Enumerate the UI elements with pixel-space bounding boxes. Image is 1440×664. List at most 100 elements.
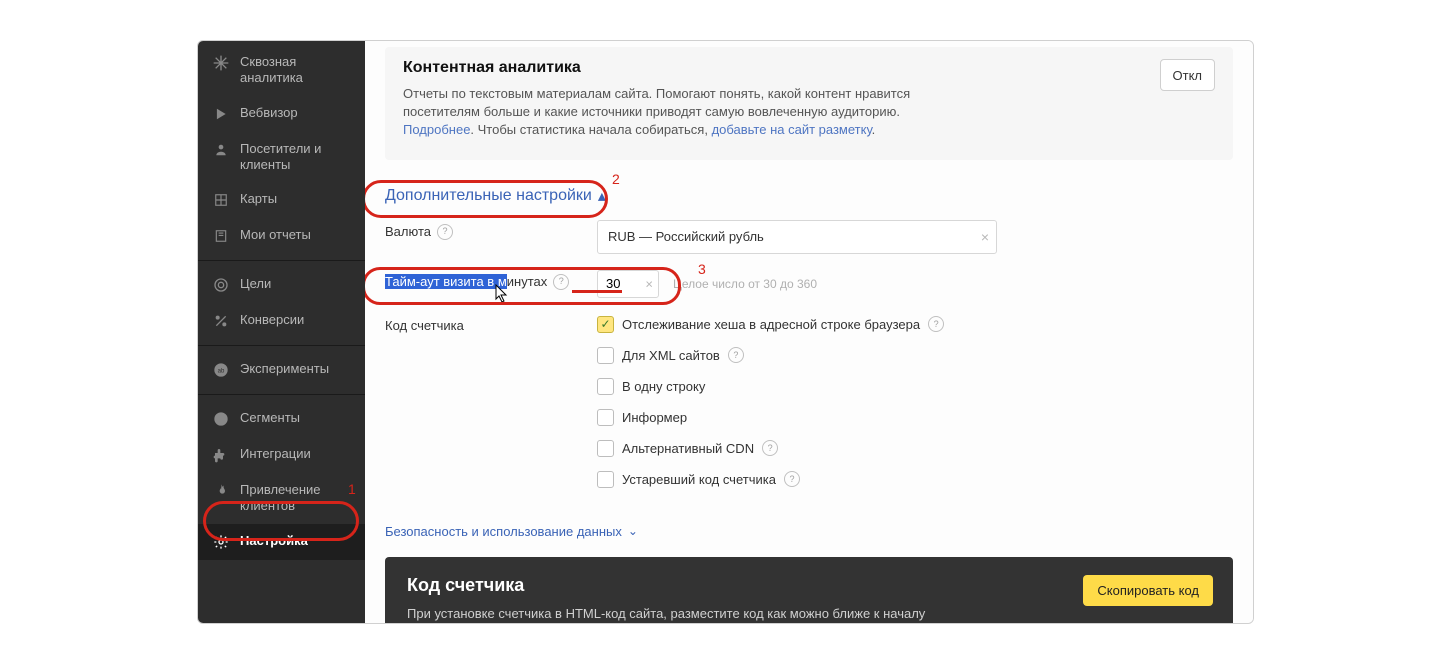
checkbox-icon <box>597 440 614 457</box>
play-icon <box>212 105 230 123</box>
sidebar-item-label: Конверсии <box>240 312 304 328</box>
target-icon <box>212 276 230 294</box>
sidebar-item-webvisor[interactable]: Вебвизор <box>198 96 365 132</box>
currency-label-text: Валюта <box>385 224 431 239</box>
opt-xml-label: Для XML сайтов <box>622 348 720 363</box>
timeout-label: Тайм-аут визита в минутах <box>385 270 597 290</box>
sidebar-item-label: Эксперименты <box>240 361 329 377</box>
content-analytics-text1: Отчеты по текстовым материалам сайта. По… <box>403 86 910 119</box>
content-analytics-body: Отчеты по текстовым материалам сайта. По… <box>403 85 923 140</box>
counter-code-label: Код счетчика <box>385 314 597 333</box>
chevron-up-icon: ▴ <box>598 186 606 206</box>
sidebar-item-label: Мои отчеты <box>240 227 311 243</box>
snowflake-icon <box>212 54 230 72</box>
checkbox-icon <box>597 471 614 488</box>
security-section-label: Безопасность и использование данных <box>385 524 622 539</box>
help-icon[interactable] <box>728 347 744 363</box>
sidebar-item-my-reports[interactable]: Мои отчеты <box>198 218 365 254</box>
help-icon[interactable] <box>762 440 778 456</box>
checkbox-icon <box>597 409 614 426</box>
content-analytics-panel: Контентная аналитика Отчеты по текстовым… <box>385 47 1233 160</box>
sidebar-item-label: Карты <box>240 191 277 207</box>
timeout-input-wrapper: × <box>597 270 659 298</box>
sidebar-item-segments[interactable]: Сегменты <box>198 401 365 437</box>
sidebar-item-label: Интеграции <box>240 446 311 462</box>
sidebar-item-attraction[interactable]: Привлечение клиентов <box>198 473 365 524</box>
checkbox-icon <box>597 347 614 364</box>
content-analytics-toggle[interactable]: Откл <box>1160 59 1216 91</box>
copy-code-button[interactable]: Скопировать код <box>1083 575 1213 606</box>
sidebar-item-label: Цели <box>240 276 271 292</box>
annotation-number-2: 2 <box>612 171 620 187</box>
sidebar-item-integrations[interactable]: Интеграции <box>198 437 365 473</box>
sidebar-item-label: Сегменты <box>240 410 300 426</box>
counter-options: ✓ Отслеживание хеша в адресной строке бр… <box>597 314 944 488</box>
opt-oneline[interactable]: В одну строку <box>597 378 944 395</box>
opt-oneline-label: В одну строку <box>622 379 705 394</box>
ab-icon: ab <box>212 361 230 379</box>
content-analytics-more-link[interactable]: Подробнее <box>403 122 470 137</box>
content-analytics-text2: . Чтобы статистика начала собираться, <box>470 122 711 137</box>
opt-legacy[interactable]: Устаревший код счетчика <box>597 471 944 488</box>
divider <box>198 260 365 261</box>
opt-informer[interactable]: Информер <box>597 409 944 426</box>
sidebar-item-through-analytics[interactable]: Сквозная аналитика <box>198 45 365 96</box>
pie-icon <box>212 410 230 428</box>
counter-code-text: При установке счетчика в HTML-код сайта,… <box>407 606 927 621</box>
person-icon <box>212 141 230 159</box>
counter-code-row: Код счетчика ✓ Отслеживание хеша в адрес… <box>385 314 1233 488</box>
sidebar-item-settings[interactable]: Настройка <box>198 524 365 560</box>
sidebar-item-experiments[interactable]: ab Эксперименты <box>198 352 365 388</box>
opt-cdn-label: Альтернативный CDN <box>622 441 754 456</box>
help-icon[interactable] <box>437 224 453 240</box>
opt-informer-label: Информер <box>622 410 687 425</box>
percent-icon <box>212 312 230 330</box>
puzzle-icon <box>212 446 230 464</box>
timeout-hint: Целое число от 30 до 360 <box>673 277 817 291</box>
gear-icon <box>212 533 230 551</box>
security-section-link[interactable]: Безопасность и использование данных ⌄ <box>385 524 638 539</box>
additional-settings-title-text: Дополнительные настройки <box>385 187 592 205</box>
content-analytics-title: Контентная аналитика <box>403 59 1215 77</box>
divider <box>198 394 365 395</box>
sidebar-item-visitors[interactable]: Посетители и клиенты <box>198 132 365 183</box>
sidebar-item-maps[interactable]: Карты <box>198 182 365 218</box>
opt-hash-label: Отслеживание хеша в адресной строке брау… <box>622 317 920 332</box>
chevron-down-icon: ⌄ <box>628 524 638 538</box>
flame-icon <box>212 482 230 500</box>
timeout-label-text: Тайм-аут визита в минутах <box>385 274 547 289</box>
checkbox-checked-icon: ✓ <box>597 316 614 333</box>
clear-icon[interactable]: × <box>645 276 653 291</box>
opt-hash[interactable]: ✓ Отслеживание хеша в адресной строке бр… <box>597 316 944 333</box>
sidebar-item-label: Привлечение клиентов <box>240 482 355 515</box>
sidebar-item-label: Посетители и клиенты <box>240 141 355 174</box>
divider <box>198 345 365 346</box>
sidebar: Сквозная аналитика Вебвизор Посетители и… <box>198 41 365 623</box>
counter-code-panel: Код счетчика Скопировать код При установ… <box>385 557 1233 623</box>
opt-legacy-label: Устаревший код счетчика <box>622 472 776 487</box>
sidebar-item-goals[interactable]: Цели <box>198 267 365 303</box>
grid-icon <box>212 191 230 209</box>
help-icon[interactable] <box>928 316 944 332</box>
currency-row: Валюта RUB — Российский рубль × <box>385 220 1233 254</box>
currency-select-value: RUB — Российский рубль <box>597 220 997 254</box>
bookmark-icon <box>212 227 230 245</box>
currency-label: Валюта <box>385 220 597 240</box>
sidebar-item-label: Вебвизор <box>240 105 298 121</box>
help-icon[interactable] <box>553 274 569 290</box>
content-area: Контентная аналитика Отчеты по текстовым… <box>365 41 1253 623</box>
content-analytics-markup-link[interactable]: добавьте на сайт разметку <box>712 122 872 137</box>
clear-icon[interactable]: × <box>981 229 989 245</box>
help-icon[interactable] <box>784 471 800 487</box>
timeout-row: Тайм-аут визита в минутах × Целое число … <box>385 270 1233 298</box>
sidebar-item-label: Сквозная аналитика <box>240 54 355 87</box>
opt-xml[interactable]: Для XML сайтов <box>597 347 944 364</box>
checkbox-icon <box>597 378 614 395</box>
opt-cdn[interactable]: Альтернативный CDN <box>597 440 944 457</box>
additional-settings-title[interactable]: Дополнительные настройки ▴ <box>385 186 606 206</box>
svg-text:ab: ab <box>218 369 225 375</box>
content-analytics-text3: . <box>872 122 876 137</box>
sidebar-item-label: Настройка <box>240 533 308 549</box>
currency-select[interactable]: RUB — Российский рубль × <box>597 220 997 254</box>
sidebar-item-conversions[interactable]: Конверсии <box>198 303 365 339</box>
